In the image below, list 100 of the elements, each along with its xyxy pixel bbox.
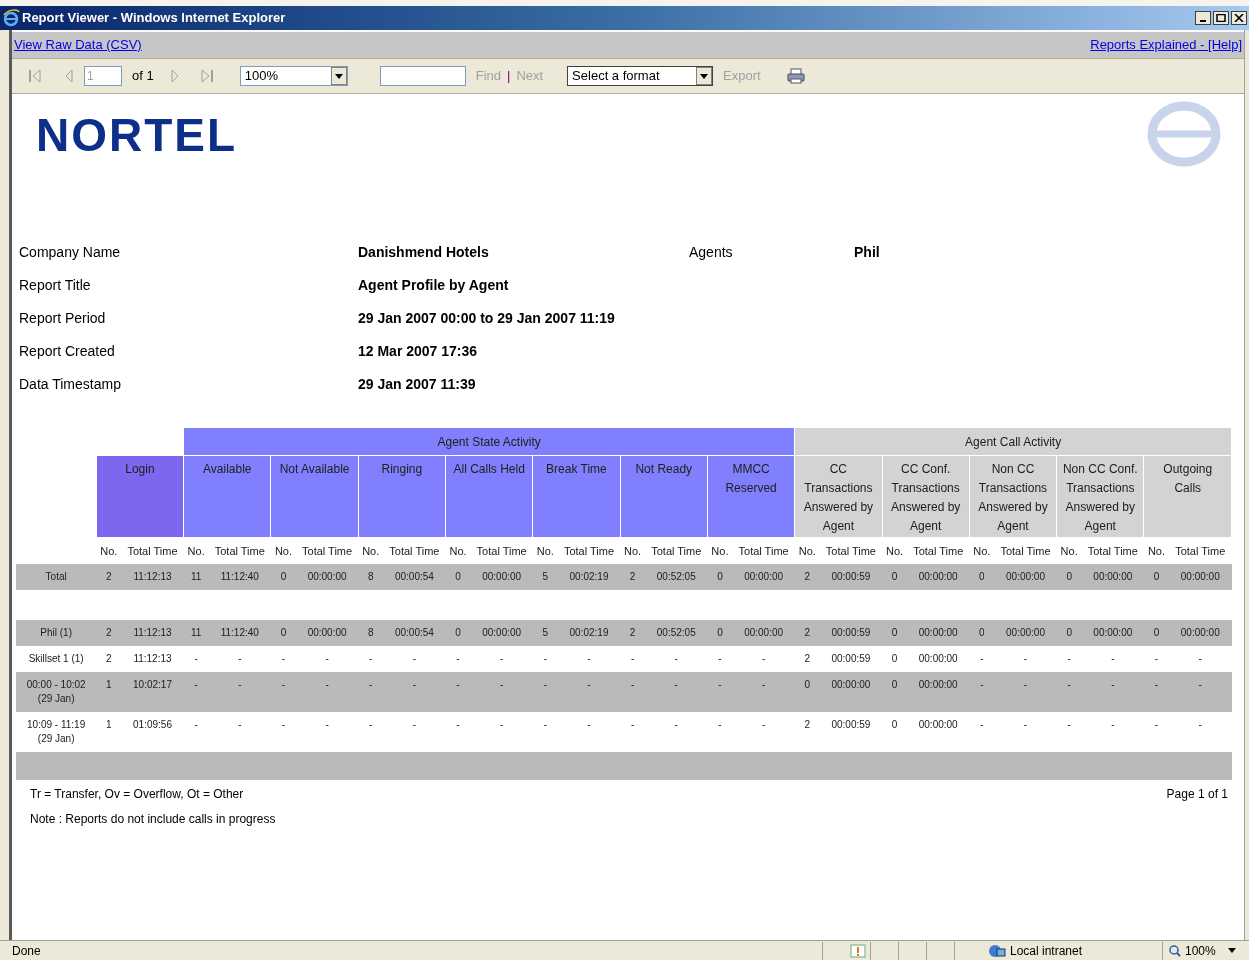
- table-cell: 00:00:00: [907, 645, 970, 672]
- table-cell: 0: [707, 619, 733, 646]
- column-header: Not Available: [270, 455, 359, 538]
- table-cell: -: [1169, 671, 1232, 712]
- table-cell: 1: [96, 711, 122, 752]
- table-cell: 0: [882, 711, 908, 752]
- row-label: 10:09 - 11:19 (29 Jan): [16, 711, 97, 752]
- table-cell: -: [994, 645, 1057, 672]
- print-icon[interactable]: [786, 68, 805, 84]
- table-cell: 0: [270, 563, 296, 590]
- group-header: Agent Call Activity: [794, 427, 1232, 456]
- table-cell: -: [645, 711, 708, 752]
- subcolumn-header: Total Time: [819, 537, 883, 564]
- table-cell: -: [620, 711, 646, 752]
- table-cell: 0: [969, 619, 995, 646]
- subcolumn-header: No.: [882, 537, 908, 564]
- table-cell: 2: [96, 619, 122, 646]
- info-label: Report Period: [18, 309, 107, 328]
- subcolumn-header: No.: [96, 537, 122, 564]
- table-cell: -: [732, 711, 795, 752]
- subcolumn-header: Total Time: [1081, 537, 1144, 564]
- table-cell: 00:00:54: [383, 563, 446, 590]
- column-header: Non CC Conf. Transactions Answered by Agent: [1056, 455, 1144, 538]
- table-cell: 11:12:13: [121, 619, 184, 646]
- table-cell: 2: [620, 563, 646, 590]
- table-cell: 00:00:00: [907, 563, 970, 590]
- zoom-level[interactable]: 100%: [1185, 941, 1216, 960]
- caret-icon[interactable]: [1227, 948, 1236, 953]
- info-label: Report Created: [18, 342, 116, 361]
- row-label: Skillset 1 (1): [16, 645, 97, 672]
- table-cell: -: [969, 645, 995, 672]
- table-cell: -: [732, 645, 795, 672]
- table-cell: -: [383, 671, 446, 712]
- find-field[interactable]: [379, 66, 466, 86]
- subcolumn-header: No.: [445, 537, 471, 564]
- table-cell: 1: [96, 671, 122, 712]
- table-cell: -: [994, 671, 1057, 712]
- subcolumn-header: Total Time: [470, 537, 533, 564]
- table-cell: -: [557, 671, 621, 712]
- subcolumn-header: No.: [532, 537, 558, 564]
- row-label: Phil (1): [16, 619, 97, 646]
- table-cell: 11: [183, 563, 209, 590]
- column-header: Not Ready: [620, 455, 708, 538]
- table-cell: -: [470, 711, 533, 752]
- info-label: Company Name: [18, 243, 122, 262]
- table-cell: 00:00:54: [383, 619, 446, 646]
- table-cell: -: [383, 711, 446, 752]
- subcolumn-header: No.: [1056, 537, 1082, 564]
- column-header: Ringing: [358, 455, 446, 538]
- table-cell: 00:00:00: [470, 563, 533, 590]
- table-cell: 2: [96, 563, 122, 590]
- table-cell: -: [208, 711, 271, 752]
- warning-icon: [850, 943, 866, 958]
- table-cell: 8: [358, 563, 384, 590]
- table-cell: 00:00:00: [907, 671, 970, 712]
- company-logo: NORTEL: [36, 112, 238, 158]
- info-label: Report Title: [18, 276, 92, 295]
- table-cell: -: [296, 711, 359, 752]
- subcolumn-header: No.: [358, 537, 384, 564]
- table-cell: 2: [96, 645, 122, 672]
- column-header: Available: [183, 455, 271, 538]
- info-value: 29 Jan 2007 00:00 to 29 Jan 2007 11:19: [358, 309, 616, 328]
- close-button[interactable]: [1231, 11, 1247, 25]
- table-cell: -: [296, 671, 359, 712]
- zoom-select[interactable]: 100%: [239, 66, 348, 86]
- table-cell: 00:00:00: [1081, 563, 1144, 590]
- maximize-button[interactable]: [1213, 11, 1229, 25]
- column-header: Login: [96, 455, 184, 538]
- subcolumn-header: No.: [270, 537, 296, 564]
- table-cell: -: [732, 671, 795, 712]
- table-cell: -: [470, 671, 533, 712]
- table-cell: 00:00:00: [907, 711, 970, 752]
- table-cell: 0: [882, 563, 908, 590]
- table-cell: 11:12:13: [121, 563, 184, 590]
- table-cell: -: [358, 671, 384, 712]
- table-cell: -: [645, 645, 708, 672]
- security-zone: Local intranet: [1010, 942, 1084, 960]
- table-cell: -: [557, 711, 621, 752]
- table-cell: 0: [969, 563, 995, 590]
- subcolumn-header: No.: [969, 537, 995, 564]
- format-select[interactable]: Select a format: [567, 66, 714, 86]
- table-cell: 00:00:00: [994, 563, 1057, 590]
- table-cell: 0: [707, 563, 733, 590]
- table-cell: 11:12:40: [208, 563, 271, 590]
- browser-logo-icon: [2, 9, 20, 27]
- table-cell: -: [707, 645, 733, 672]
- subcolumn-header: Total Time: [1169, 537, 1232, 564]
- table-cell: -: [620, 671, 646, 712]
- column-header: Outgoing Calls: [1143, 455, 1232, 538]
- help-link[interactable]: Reports Explained - [Help]: [1090, 35, 1242, 55]
- subcolumn-header: Total Time: [994, 537, 1057, 564]
- minimize-button[interactable]: [1195, 11, 1211, 25]
- network-icon: [988, 942, 1006, 959]
- subcolumn-header: Total Time: [907, 537, 970, 564]
- subcolumn-header: Total Time: [383, 537, 446, 564]
- table-cell: 00:00:00: [1169, 619, 1232, 646]
- subcolumn-header: Total Time: [645, 537, 708, 564]
- info-value: 12 Mar 2007 17:36: [358, 342, 479, 361]
- status-text: Done: [12, 942, 42, 960]
- csv-link[interactable]: View Raw Data (CSV): [14, 35, 142, 55]
